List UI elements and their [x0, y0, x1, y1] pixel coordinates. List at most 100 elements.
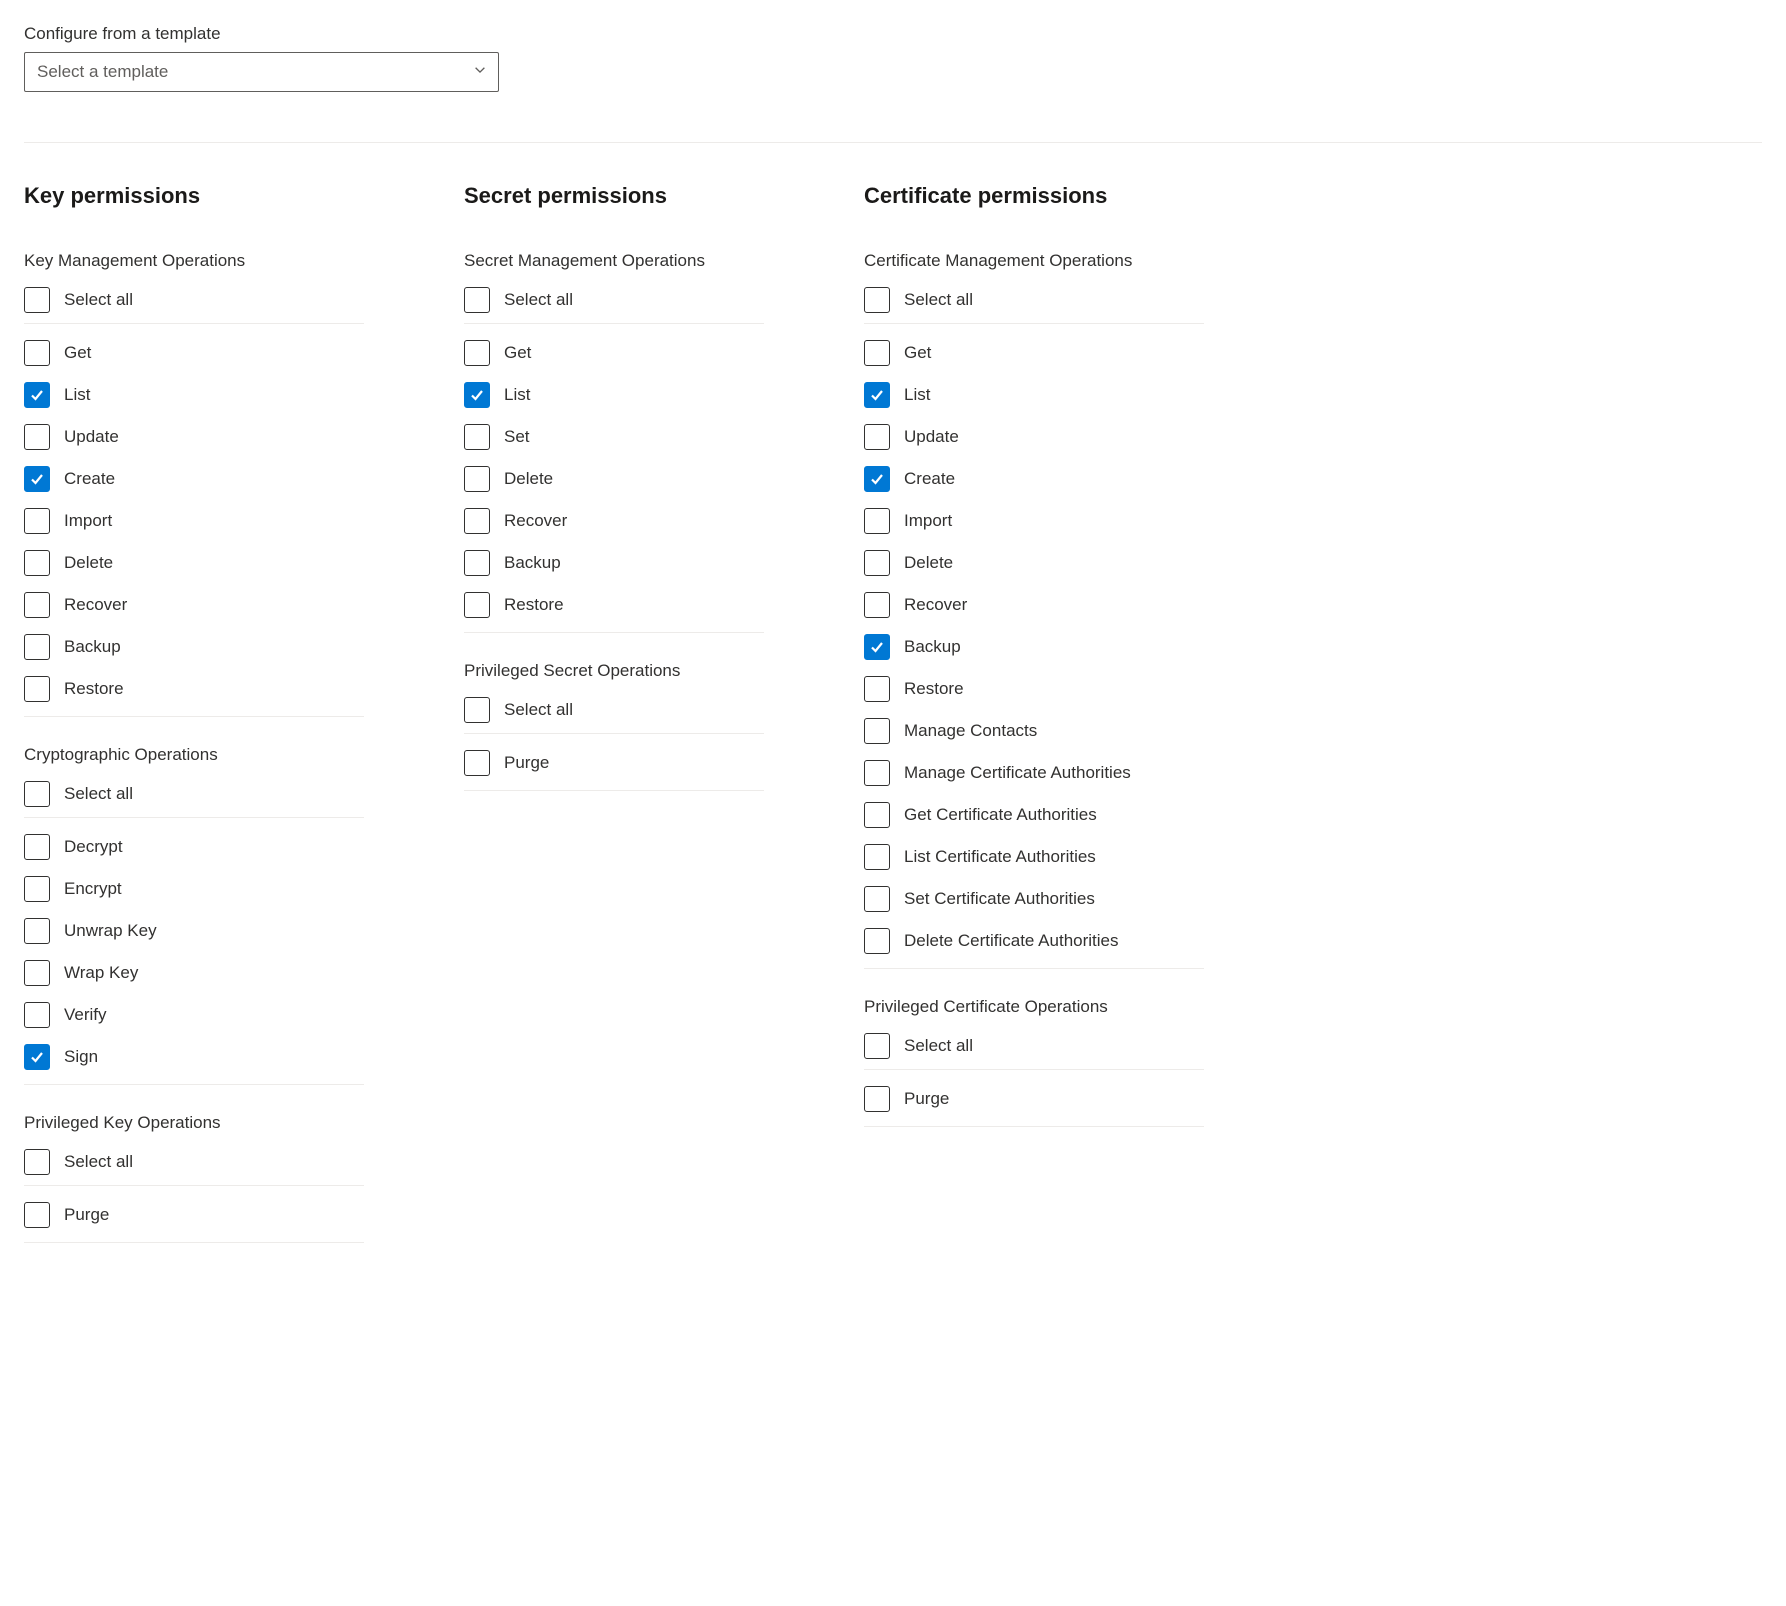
checkbox-row-list-certificate-authorities[interactable]: List Certificate Authorities	[864, 836, 1204, 878]
checkbox-row-get[interactable]: Get	[24, 332, 364, 374]
checkbox-select-all-privileged-key-operations[interactable]	[24, 1149, 50, 1175]
checkbox-list-certificate-authorities[interactable]	[864, 844, 890, 870]
checkbox-row-sign[interactable]: Sign	[24, 1036, 364, 1078]
checkbox-row-get-certificate-authorities[interactable]: Get Certificate Authorities	[864, 794, 1204, 836]
checkbox-restore[interactable]	[864, 676, 890, 702]
checkbox-row-delete[interactable]: Delete	[464, 458, 764, 500]
checkbox-verify[interactable]	[24, 1002, 50, 1028]
checkbox-decrypt[interactable]	[24, 834, 50, 860]
checkbox-row-update[interactable]: Update	[24, 416, 364, 458]
checkbox-encrypt[interactable]	[24, 876, 50, 902]
checkbox-backup[interactable]	[464, 550, 490, 576]
checkbox-row-unwrap-key[interactable]: Unwrap Key	[24, 910, 364, 952]
checkbox-row-recover[interactable]: Recover	[464, 500, 764, 542]
template-select[interactable]: Select a template	[24, 52, 499, 92]
checkbox-update[interactable]	[864, 424, 890, 450]
column-certificate-permissions: Certificate permissionsCertificate Manag…	[864, 183, 1204, 1243]
checkbox-row-import[interactable]: Import	[864, 500, 1204, 542]
checkbox-delete-certificate-authorities[interactable]	[864, 928, 890, 954]
checkbox-row-verify[interactable]: Verify	[24, 994, 364, 1036]
checkbox-row-purge[interactable]: Purge	[24, 1194, 364, 1236]
checkbox-recover[interactable]	[24, 592, 50, 618]
checkbox-row-get[interactable]: Get	[864, 332, 1204, 374]
checkbox-create[interactable]	[864, 466, 890, 492]
column-heading: Key permissions	[24, 183, 364, 209]
checkbox-select-all-privileged-secret-operations[interactable]	[464, 697, 490, 723]
select-all-privileged-key-operations[interactable]: Select all	[24, 1143, 364, 1186]
checkbox-delete[interactable]	[24, 550, 50, 576]
checkbox-row-list[interactable]: List	[864, 374, 1204, 416]
checkbox-row-list[interactable]: List	[464, 374, 764, 416]
checkbox-row-delete[interactable]: Delete	[24, 542, 364, 584]
checkbox-get[interactable]	[864, 340, 890, 366]
checkbox-purge[interactable]	[464, 750, 490, 776]
checkbox-label: Backup	[64, 637, 121, 657]
checkbox-row-set[interactable]: Set	[464, 416, 764, 458]
checkbox-row-delete[interactable]: Delete	[864, 542, 1204, 584]
checkbox-select-all-key-management-operations[interactable]	[24, 287, 50, 313]
checkbox-row-backup[interactable]: Backup	[864, 626, 1204, 668]
select-all-privileged-certificate-operations[interactable]: Select all	[864, 1027, 1204, 1070]
checkbox-get[interactable]	[24, 340, 50, 366]
checkbox-list[interactable]	[464, 382, 490, 408]
checkbox-select-all-privileged-certificate-operations[interactable]	[864, 1033, 890, 1059]
checkbox-row-backup[interactable]: Backup	[24, 626, 364, 668]
checkbox-row-restore[interactable]: Restore	[864, 668, 1204, 710]
checkbox-row-purge[interactable]: Purge	[864, 1078, 1204, 1120]
select-all-certificate-management-operations[interactable]: Select all	[864, 281, 1204, 324]
select-all-cryptographic-operations[interactable]: Select all	[24, 775, 364, 818]
checkbox-row-decrypt[interactable]: Decrypt	[24, 826, 364, 868]
checkbox-row-backup[interactable]: Backup	[464, 542, 764, 584]
checkbox-row-set-certificate-authorities[interactable]: Set Certificate Authorities	[864, 878, 1204, 920]
checkbox-manage-certificate-authorities[interactable]	[864, 760, 890, 786]
checkbox-set[interactable]	[464, 424, 490, 450]
checkbox-purge[interactable]	[24, 1202, 50, 1228]
checkbox-purge[interactable]	[864, 1086, 890, 1112]
checkbox-import[interactable]	[864, 508, 890, 534]
checkbox-row-recover[interactable]: Recover	[24, 584, 364, 626]
checkbox-delete[interactable]	[464, 466, 490, 492]
checkbox-manage-contacts[interactable]	[864, 718, 890, 744]
checkbox-restore[interactable]	[24, 676, 50, 702]
checkbox-sign[interactable]	[24, 1044, 50, 1070]
checkbox-import[interactable]	[24, 508, 50, 534]
checkbox-row-restore[interactable]: Restore	[24, 668, 364, 710]
checkbox-row-manage-contacts[interactable]: Manage Contacts	[864, 710, 1204, 752]
select-all-privileged-secret-operations[interactable]: Select all	[464, 691, 764, 734]
checkbox-row-create[interactable]: Create	[864, 458, 1204, 500]
checkbox-get[interactable]	[464, 340, 490, 366]
checkbox-row-get[interactable]: Get	[464, 332, 764, 374]
checkbox-backup[interactable]	[864, 634, 890, 660]
checkbox-row-import[interactable]: Import	[24, 500, 364, 542]
checkbox-label: Import	[904, 511, 952, 531]
checkbox-list[interactable]	[864, 382, 890, 408]
checkbox-recover[interactable]	[864, 592, 890, 618]
checkbox-backup[interactable]	[24, 634, 50, 660]
checkbox-restore[interactable]	[464, 592, 490, 618]
checkbox-select-all-cryptographic-operations[interactable]	[24, 781, 50, 807]
checkbox-row-encrypt[interactable]: Encrypt	[24, 868, 364, 910]
checkbox-row-manage-certificate-authorities[interactable]: Manage Certificate Authorities	[864, 752, 1204, 794]
checkbox-row-delete-certificate-authorities[interactable]: Delete Certificate Authorities	[864, 920, 1204, 962]
checkbox-update[interactable]	[24, 424, 50, 450]
checkbox-select-all-secret-management-operations[interactable]	[464, 287, 490, 313]
checkbox-row-list[interactable]: List	[24, 374, 364, 416]
checkbox-unwrap-key[interactable]	[24, 918, 50, 944]
checkbox-delete[interactable]	[864, 550, 890, 576]
checkbox-get-certificate-authorities[interactable]	[864, 802, 890, 828]
select-all-secret-management-operations[interactable]: Select all	[464, 281, 764, 324]
checkbox-row-restore[interactable]: Restore	[464, 584, 764, 626]
checkbox-row-create[interactable]: Create	[24, 458, 364, 500]
checkbox-list[interactable]	[24, 382, 50, 408]
checkbox-row-purge[interactable]: Purge	[464, 742, 764, 784]
checkbox-row-wrap-key[interactable]: Wrap Key	[24, 952, 364, 994]
checkbox-row-update[interactable]: Update	[864, 416, 1204, 458]
checkbox-set-certificate-authorities[interactable]	[864, 886, 890, 912]
select-all-key-management-operations[interactable]: Select all	[24, 281, 364, 324]
checkbox-create[interactable]	[24, 466, 50, 492]
checkbox-row-recover[interactable]: Recover	[864, 584, 1204, 626]
checkbox-label: Delete	[504, 469, 553, 489]
checkbox-recover[interactable]	[464, 508, 490, 534]
checkbox-select-all-certificate-management-operations[interactable]	[864, 287, 890, 313]
checkbox-wrap-key[interactable]	[24, 960, 50, 986]
